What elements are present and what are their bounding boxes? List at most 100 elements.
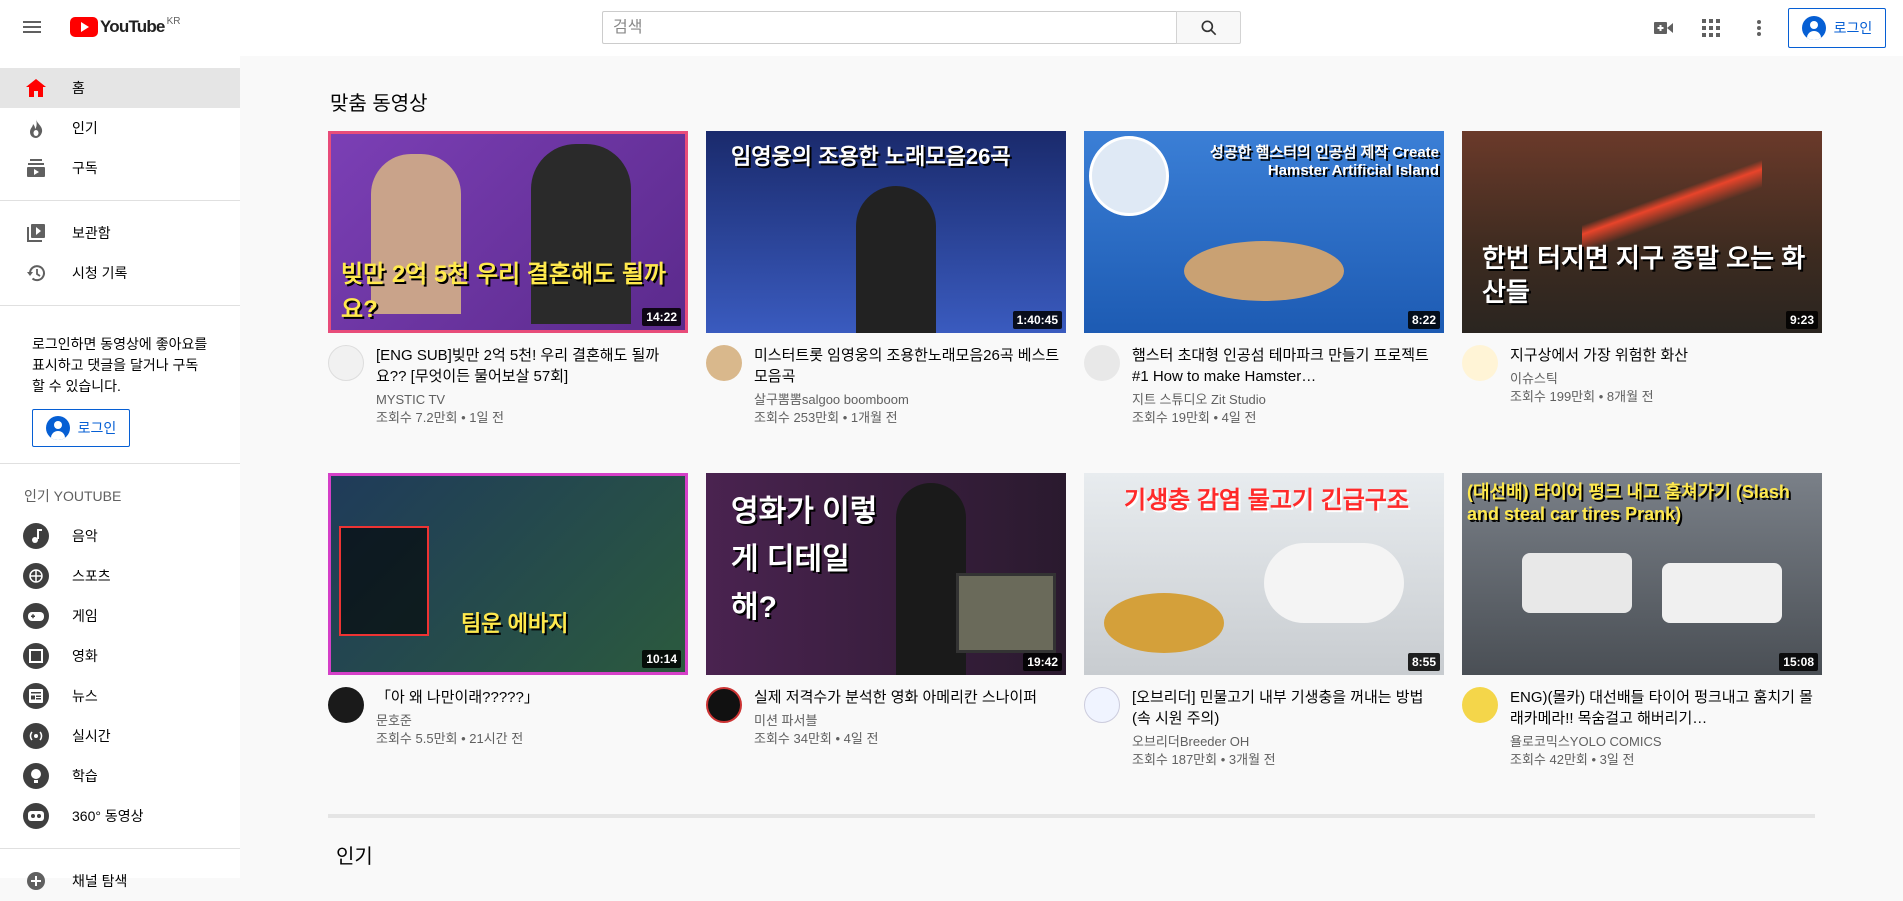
thumb-caption: 임영웅의 조용한 노래모음26곡 xyxy=(731,144,1011,169)
channel-name[interactable]: 오브리더Breeder OH xyxy=(1132,733,1444,751)
sidebar-item-label: 학습 xyxy=(72,768,98,784)
video-thumbnail[interactable]: 기생충 감염 물고기 긴급구조 8:55 xyxy=(1084,473,1444,675)
channel-avatar[interactable] xyxy=(1462,687,1498,723)
sidebar-item-browse-channels[interactable]: 채널 탐색 xyxy=(0,861,240,901)
channel-avatar[interactable] xyxy=(1462,345,1498,381)
sidebar-divider xyxy=(0,305,240,306)
sidebar-item-label: 스포츠 xyxy=(72,568,111,584)
sidebar-item-music[interactable]: 음악 xyxy=(0,516,240,556)
sidebar-item-home[interactable]: 홈 xyxy=(0,68,240,108)
search-icon xyxy=(1201,20,1216,35)
sidebar-item-label: 실시간 xyxy=(72,728,111,744)
create-video-icon[interactable] xyxy=(1652,16,1676,40)
channel-name[interactable]: 이슈스틱 xyxy=(1510,370,1822,388)
channel-name[interactable]: 살구뽐뽐salgoo boomboom xyxy=(754,391,1066,409)
channel-name[interactable]: 지트 스튜디오 Zit Studio xyxy=(1132,391,1444,409)
video-card[interactable]: 팀운 에바지 10:14 「아 왜 나만이래?????」 문호준 조회수 5.5… xyxy=(328,473,688,783)
video-card[interactable]: (대선배) 타이어 펑크 내고 훔쳐가기 (Slash and steal ca… xyxy=(1462,473,1822,783)
video-meta: [오브리더] 민물고기 내부 기생충을 꺼내는 방법 (속 시원 주의) 오브리… xyxy=(1084,687,1444,769)
video-stats: 조회수 42만회 • 3일 전 xyxy=(1510,752,1635,767)
video-card[interactable]: 빚만 2억 5천 우리 결혼해도 될까요? 14:22 [ENG SUB]빚만 … xyxy=(328,131,688,441)
sidebar-item-360-video[interactable]: 360° 동영상 xyxy=(0,796,240,836)
home-icon xyxy=(24,76,48,100)
channel-avatar[interactable] xyxy=(1084,687,1120,723)
video-thumbnail[interactable]: 성공한 햄스터의 인공섬 제작 Create Hamster Artificia… xyxy=(1084,131,1444,333)
video-card[interactable]: 한번 터지면 지구 종말 오는 화산들 9:23 지구상에서 가장 위험한 화산… xyxy=(1462,131,1822,441)
movies-icon xyxy=(23,643,49,669)
channel-name[interactable]: 문호준 xyxy=(376,712,688,730)
sidebar-divider xyxy=(0,463,240,464)
video-thumbnail[interactable]: (대선배) 타이어 펑크 내고 훔쳐가기 (Slash and steal ca… xyxy=(1462,473,1822,675)
channel-avatar[interactable] xyxy=(706,687,742,723)
video-stats: 조회수 34만회 • 4일 전 xyxy=(754,731,879,746)
sidebar-item-library[interactable]: 보관함 xyxy=(0,213,240,253)
thumb-hamster xyxy=(1089,136,1169,216)
video-title[interactable]: 실제 저격수가 분석한 영화 아메리칸 스나이퍼 xyxy=(754,687,1066,708)
video-title[interactable]: [ENG SUB]빚만 2억 5천! 우리 결혼해도 될까요?? [무엇이든 물… xyxy=(376,345,688,387)
video-thumbnail[interactable]: 빚만 2억 5천 우리 결혼해도 될까요? 14:22 xyxy=(328,131,688,333)
video-title[interactable]: 햄스터 초대형 인공섬 테마파크 만들기 프로젝트 #1 How to make… xyxy=(1132,345,1444,387)
channel-avatar[interactable] xyxy=(1084,345,1120,381)
video-thumbnail[interactable]: 한번 터지면 지구 종말 오는 화산들 9:23 xyxy=(1462,131,1822,333)
thumb-car xyxy=(1662,563,1782,623)
video-title[interactable]: 지구상에서 가장 위험한 화산 xyxy=(1510,345,1822,366)
sidebar-item-movies[interactable]: 영화 xyxy=(0,636,240,676)
music-icon xyxy=(23,523,49,549)
video-card[interactable]: 임영웅의 조용한 노래모음26곡 1:40:45 미스터트롯 임영웅의 조용한노… xyxy=(706,131,1066,441)
settings-more-icon[interactable] xyxy=(1747,16,1771,40)
sidebar-divider xyxy=(0,848,240,849)
video-title[interactable]: ENG)(몰카) 대선배들 타이어 펑크내고 훔치기 몰래카메라!! 목숨걸고 … xyxy=(1510,687,1822,729)
search-box xyxy=(602,11,1176,44)
signin-label: 로그인 xyxy=(1833,20,1873,36)
video-title[interactable]: [오브리더] 민물고기 내부 기생충을 꺼내는 방법 (속 시원 주의) xyxy=(1132,687,1444,729)
sidebar-item-label: 360° 동영상 xyxy=(72,808,144,824)
channel-avatar[interactable] xyxy=(706,345,742,381)
signin-promo: 로그인하면 동영상에 좋아요를 표시하고 댓글을 달거나 구독할 수 있습니다.… xyxy=(0,318,240,463)
video-stats: 조회수 199만회 • 8개월 전 xyxy=(1510,389,1654,404)
search-input[interactable] xyxy=(613,18,1176,37)
video-stats: 조회수 187만회 • 3개월 전 xyxy=(1132,752,1276,767)
video-thumbnail[interactable]: 팀운 에바지 10:14 xyxy=(328,473,688,675)
sidebar-item-label: 뉴스 xyxy=(72,688,98,704)
signin-button[interactable]: 로그인 xyxy=(1788,8,1886,48)
channel-avatar[interactable] xyxy=(328,345,364,381)
sidebar-divider xyxy=(0,200,240,201)
video-card[interactable]: 성공한 햄스터의 인공섬 제작 Create Hamster Artificia… xyxy=(1084,131,1444,441)
video-card[interactable]: 영화가 이렇게 디테일해? 19:42 실제 저격수가 분석한 영화 아메리칸 … xyxy=(706,473,1066,783)
video-thumbnail[interactable]: 임영웅의 조용한 노래모음26곡 1:40:45 xyxy=(706,131,1066,333)
channel-name[interactable]: 욜로코믹스YOLO COMICS xyxy=(1510,733,1822,751)
video-meta: 미스터트롯 임영웅의 조용한노래모음26곡 베스트 모음곡 살구뽐뽐salgoo… xyxy=(706,345,1066,427)
sidebar-item-learning[interactable]: 학습 xyxy=(0,756,240,796)
sidebar-item-news[interactable]: 뉴스 xyxy=(0,676,240,716)
thumb-scoreboard xyxy=(339,526,429,636)
channel-name[interactable]: MYSTIC TV xyxy=(376,391,688,409)
video-stats: 조회수 7.2만회 • 1일 전 xyxy=(376,410,505,425)
sidebar-item-trending[interactable]: 인기 xyxy=(0,108,240,148)
sidebar-item-history[interactable]: 시청 기록 xyxy=(0,253,240,293)
sidebar-item-gaming[interactable]: 게임 xyxy=(0,596,240,636)
signin-label: 로그인 xyxy=(77,419,117,436)
sidebar-item-live[interactable]: 실시간 xyxy=(0,716,240,756)
youtube-logo[interactable]: YouTube KR xyxy=(70,16,181,37)
thumb-singer xyxy=(856,186,936,333)
section-divider xyxy=(328,814,1815,818)
apps-icon[interactable] xyxy=(1699,16,1723,40)
video-thumbnail[interactable]: 영화가 이렇게 디테일해? 19:42 xyxy=(706,473,1066,675)
gaming-icon xyxy=(23,603,49,629)
sidebar-item-sports[interactable]: 스포츠 xyxy=(0,556,240,596)
video-card[interactable]: 기생충 감염 물고기 긴급구조 8:55 [오브리더] 민물고기 내부 기생충을… xyxy=(1084,473,1444,783)
add-circle-icon xyxy=(24,869,48,893)
thumb-caption: 팀운 에바지 xyxy=(461,611,569,636)
video-meta: 실제 저격수가 분석한 영화 아메리칸 스나이퍼 미션 파서블 조회수 34만회… xyxy=(706,687,1066,748)
channel-name[interactable]: 미션 파서블 xyxy=(754,712,1066,730)
sidebar-signin-button[interactable]: 로그인 xyxy=(32,409,130,447)
search-button[interactable] xyxy=(1176,11,1241,44)
video-title[interactable]: 「아 왜 나만이래?????」 xyxy=(376,687,688,708)
sidebar-item-subscriptions[interactable]: 구독 xyxy=(0,148,240,188)
logo-text: YouTube xyxy=(100,17,165,36)
video-title[interactable]: 미스터트롯 임영웅의 조용한노래모음26곡 베스트 모음곡 xyxy=(754,345,1066,387)
channel-avatar[interactable] xyxy=(328,687,364,723)
sidebar-item-label: 음악 xyxy=(72,528,98,544)
video-meta: [ENG SUB]빚만 2억 5천! 우리 결혼해도 될까요?? [무엇이든 물… xyxy=(328,345,688,427)
menu-icon[interactable] xyxy=(22,17,42,37)
